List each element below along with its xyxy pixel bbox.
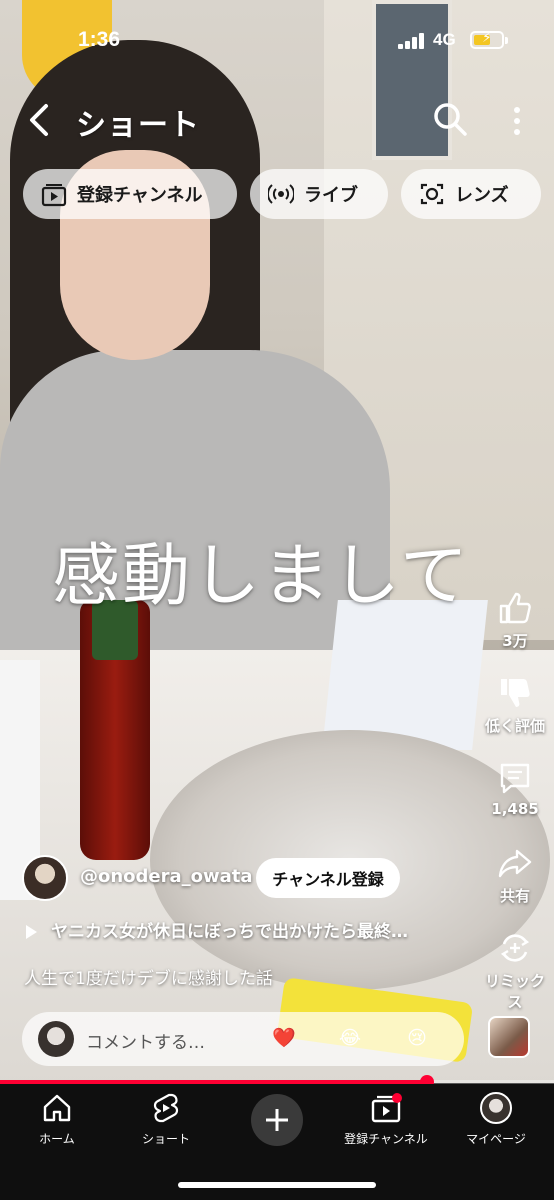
share-button[interactable]: 共有 [480,845,550,906]
page-title: ショート [76,108,200,143]
network-type: 4G [433,30,456,49]
comment-input[interactable]: コメントする… [86,1028,205,1053]
home-indicator [178,1182,376,1188]
thumbs-up-icon [497,590,533,626]
status-bar: 1:36 4G ⚡ [0,0,554,80]
subscribe-button[interactable]: チャンネル登録 [256,858,400,898]
avatar [480,1092,512,1124]
back-icon[interactable] [22,98,58,142]
chip-lens[interactable]: レンズ [401,169,541,219]
comment-count: 1,485 [491,800,539,818]
comment-bar[interactable]: コメントする… ❤️ 😂 😢 [22,1012,464,1066]
comments-button[interactable]: 1,485 [480,760,550,818]
share-label: 共有 [499,887,530,905]
playlist-title: ヤニカス女が休日にぼっちで出かけたら最終… [51,922,408,942]
dislike-label: 低く評価 [484,717,545,735]
live-icon [266,181,296,207]
status-time: 1:36 [78,28,121,51]
chip-subscriptions[interactable]: 登録チャンネル [23,169,237,219]
channel-avatar[interactable] [22,855,68,901]
subscriptions-icon [41,181,67,207]
nav-label: 登録チャンネル [344,1132,428,1146]
nav-subscriptions[interactable]: 登録チャンネル [331,1092,441,1147]
dislike-button[interactable]: 低く評価 [480,675,550,736]
video-caption: 感動しまして [52,537,470,616]
heart-reaction[interactable]: ❤️ [272,1026,296,1050]
like-button[interactable]: 3万 [480,590,550,651]
nav-mypage[interactable]: マイページ [441,1092,551,1147]
video-thumbnail[interactable] [488,1016,530,1058]
nav-label: ホーム [39,1132,75,1146]
battery-icon: ⚡ [470,30,508,49]
nav-label: ショート [141,1132,190,1146]
channel-handle[interactable]: @onodera_owata [80,866,253,887]
share-icon [497,845,533,881]
chip-label: ライブ [304,185,358,206]
plus-icon [266,1109,288,1131]
nav-home[interactable]: ホーム [2,1092,112,1147]
signal-icon [398,33,426,49]
like-count: 3万 [502,632,528,650]
food-box [322,600,488,750]
remix-label: リミックス [484,972,545,1011]
playlist-link[interactable]: ヤニカス女が休日にぼっちで出かけたら最終… [26,917,456,942]
thumbs-down-icon [497,675,533,711]
search-icon[interactable] [432,101,468,137]
video-description[interactable]: 人生で1度だけデブに感謝した話 [24,964,273,989]
chip-live[interactable]: ライブ [250,169,388,219]
chip-label: 登録チャンネル [77,185,203,206]
shorts-icon [150,1092,182,1124]
sad-reaction[interactable]: 😢 [405,1026,429,1050]
subscriptions-icon [370,1092,402,1124]
more-options-icon[interactable] [505,104,529,138]
comment-icon [497,760,533,796]
laugh-reaction[interactable]: 😂 [338,1026,362,1050]
remix-icon [497,930,533,966]
remix-button[interactable]: リミックス [480,930,550,1012]
create-button[interactable] [251,1094,303,1146]
home-icon [41,1092,73,1124]
chip-label: レンズ [455,185,509,206]
lens-icon [419,181,445,207]
user-avatar [38,1021,74,1057]
nav-shorts[interactable]: ショート [111,1092,221,1147]
play-icon [26,925,37,939]
nav-label: マイページ [466,1132,526,1146]
